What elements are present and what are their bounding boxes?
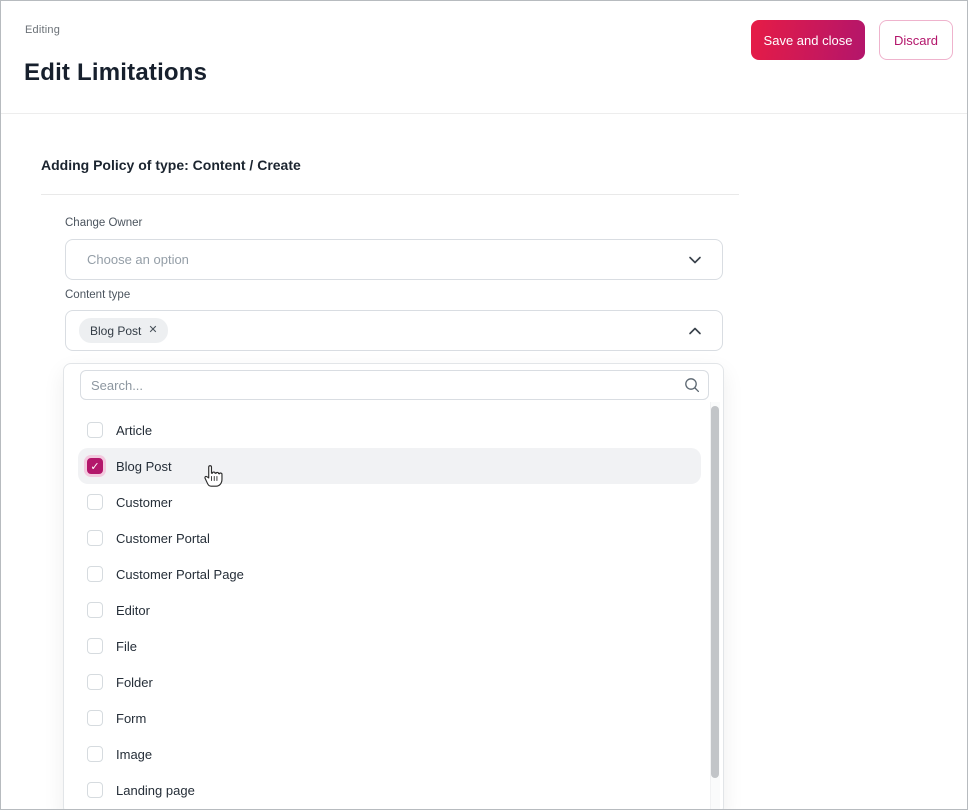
option-label: Landing page [116, 782, 195, 798]
content-type-option-row[interactable]: Customer Portal [78, 520, 701, 556]
save-and-close-button[interactable]: Save and close [751, 20, 865, 60]
discard-button[interactable]: Discard [879, 20, 953, 60]
section-divider [41, 194, 739, 195]
content-type-option-row[interactable]: Customer Portal Page [78, 556, 701, 592]
option-label: Blog Post [116, 458, 172, 474]
content-type-option-row[interactable]: Landing page [78, 772, 701, 808]
option-checkbox[interactable] [87, 782, 103, 798]
option-checkbox[interactable] [87, 638, 103, 654]
edit-limitations-window: Editing Edit Limitations Save and close … [0, 0, 968, 810]
section-title: Adding Policy of type: Content / Create [41, 157, 301, 173]
option-label: Editor [116, 602, 150, 618]
chevron-up-icon [686, 322, 704, 340]
header-divider [1, 113, 967, 114]
option-checkbox[interactable] [87, 674, 103, 690]
option-checkbox[interactable] [87, 566, 103, 582]
breadcrumb: Editing [25, 24, 61, 36]
content-type-option-row[interactable]: Article [78, 412, 701, 448]
content-type-label: Content type [65, 289, 131, 301]
option-label: Folder [116, 674, 153, 690]
content-type-option-row[interactable]: Editor [78, 592, 701, 628]
content-type-option-row[interactable]: Form [78, 700, 701, 736]
content-type-option-row[interactable]: Image [78, 736, 701, 772]
change-owner-select[interactable]: Choose an option [65, 239, 723, 280]
option-label: Customer Portal Page [116, 566, 244, 582]
option-checkbox[interactable]: ✓ [87, 458, 103, 474]
option-checkbox[interactable] [87, 530, 103, 546]
option-label: Image [116, 746, 153, 762]
content-type-option-row[interactable]: File [78, 628, 701, 664]
option-checkbox[interactable] [87, 602, 103, 618]
page-title: Edit Limitations [24, 59, 208, 86]
options-list: Article ✓ Blog Post Customer Customer Po… [78, 412, 701, 808]
search-icon [683, 376, 701, 394]
search-input[interactable] [80, 370, 709, 400]
content-type-select[interactable]: Blog Post ✕ [65, 310, 723, 351]
option-checkbox[interactable] [87, 746, 103, 762]
selected-chip-blog-post[interactable]: Blog Post ✕ [79, 318, 168, 343]
option-label: Customer [116, 494, 173, 510]
option-label: Article [116, 422, 153, 438]
change-owner-placeholder: Choose an option [87, 252, 189, 267]
change-owner-label: Change Owner [65, 217, 143, 229]
content-type-option-row[interactable]: Customer [78, 484, 701, 520]
content-type-option-row[interactable]: Folder [78, 664, 701, 700]
option-label: File [116, 638, 137, 654]
chevron-down-icon [686, 251, 704, 269]
option-label: Customer Portal [116, 530, 210, 546]
content-type-option-row[interactable]: ✓ Blog Post [78, 448, 701, 484]
option-label: Form [116, 710, 147, 726]
option-checkbox[interactable] [87, 422, 103, 438]
chip-remove-icon[interactable]: ✕ [148, 325, 157, 336]
content-type-dropdown-panel: Article ✓ Blog Post Customer Customer Po… [63, 363, 724, 809]
chip-label: Blog Post [90, 323, 142, 338]
option-checkbox[interactable] [87, 710, 103, 726]
scrollbar-thumb[interactable] [711, 406, 719, 778]
option-checkbox[interactable] [87, 494, 103, 510]
